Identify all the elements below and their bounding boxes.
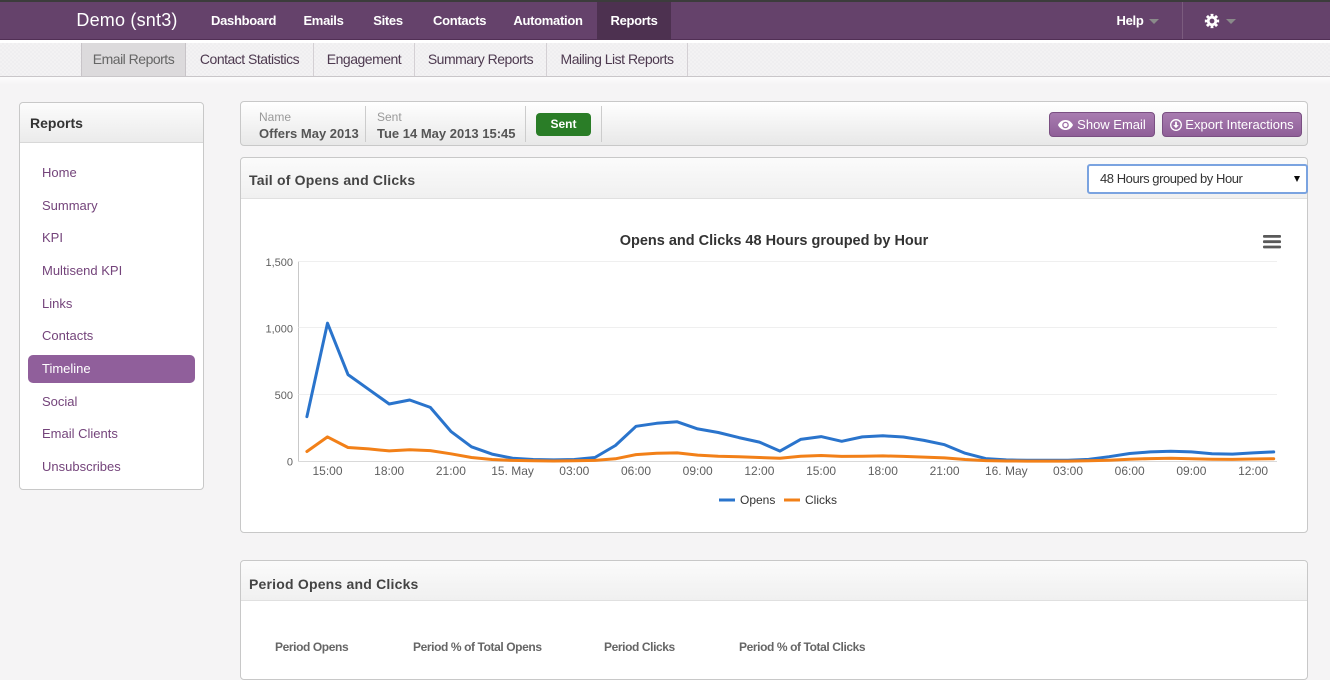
svg-text:Opens and Clicks 48 Hours grou: Opens and Clicks 48 Hours grouped by Hou… <box>620 233 929 249</box>
svg-text:16. May: 16. May <box>985 464 1028 478</box>
svg-text:18:00: 18:00 <box>868 464 898 478</box>
svg-text:15:00: 15:00 <box>312 464 342 478</box>
svg-text:21:00: 21:00 <box>436 464 466 478</box>
svg-text:03:00: 03:00 <box>1053 464 1083 478</box>
svg-text:06:00: 06:00 <box>621 464 651 478</box>
svg-text:0: 0 <box>287 457 293 469</box>
svg-text:15:00: 15:00 <box>806 464 836 478</box>
svg-text:Opens: Opens <box>740 493 775 507</box>
svg-text:500: 500 <box>275 390 293 402</box>
svg-text:21:00: 21:00 <box>930 464 960 478</box>
svg-text:06:00: 06:00 <box>1115 464 1145 478</box>
svg-text:12:00: 12:00 <box>1238 464 1268 478</box>
svg-text:1,000: 1,000 <box>265 324 293 336</box>
svg-text:15. May: 15. May <box>491 464 534 478</box>
svg-text:18:00: 18:00 <box>374 464 404 478</box>
svg-text:09:00: 09:00 <box>683 464 713 478</box>
svg-text:03:00: 03:00 <box>559 464 589 478</box>
svg-text:1,500: 1,500 <box>265 257 293 269</box>
svg-text:Clicks: Clicks <box>805 493 837 507</box>
svg-text:09:00: 09:00 <box>1176 464 1206 478</box>
svg-text:12:00: 12:00 <box>744 464 774 478</box>
